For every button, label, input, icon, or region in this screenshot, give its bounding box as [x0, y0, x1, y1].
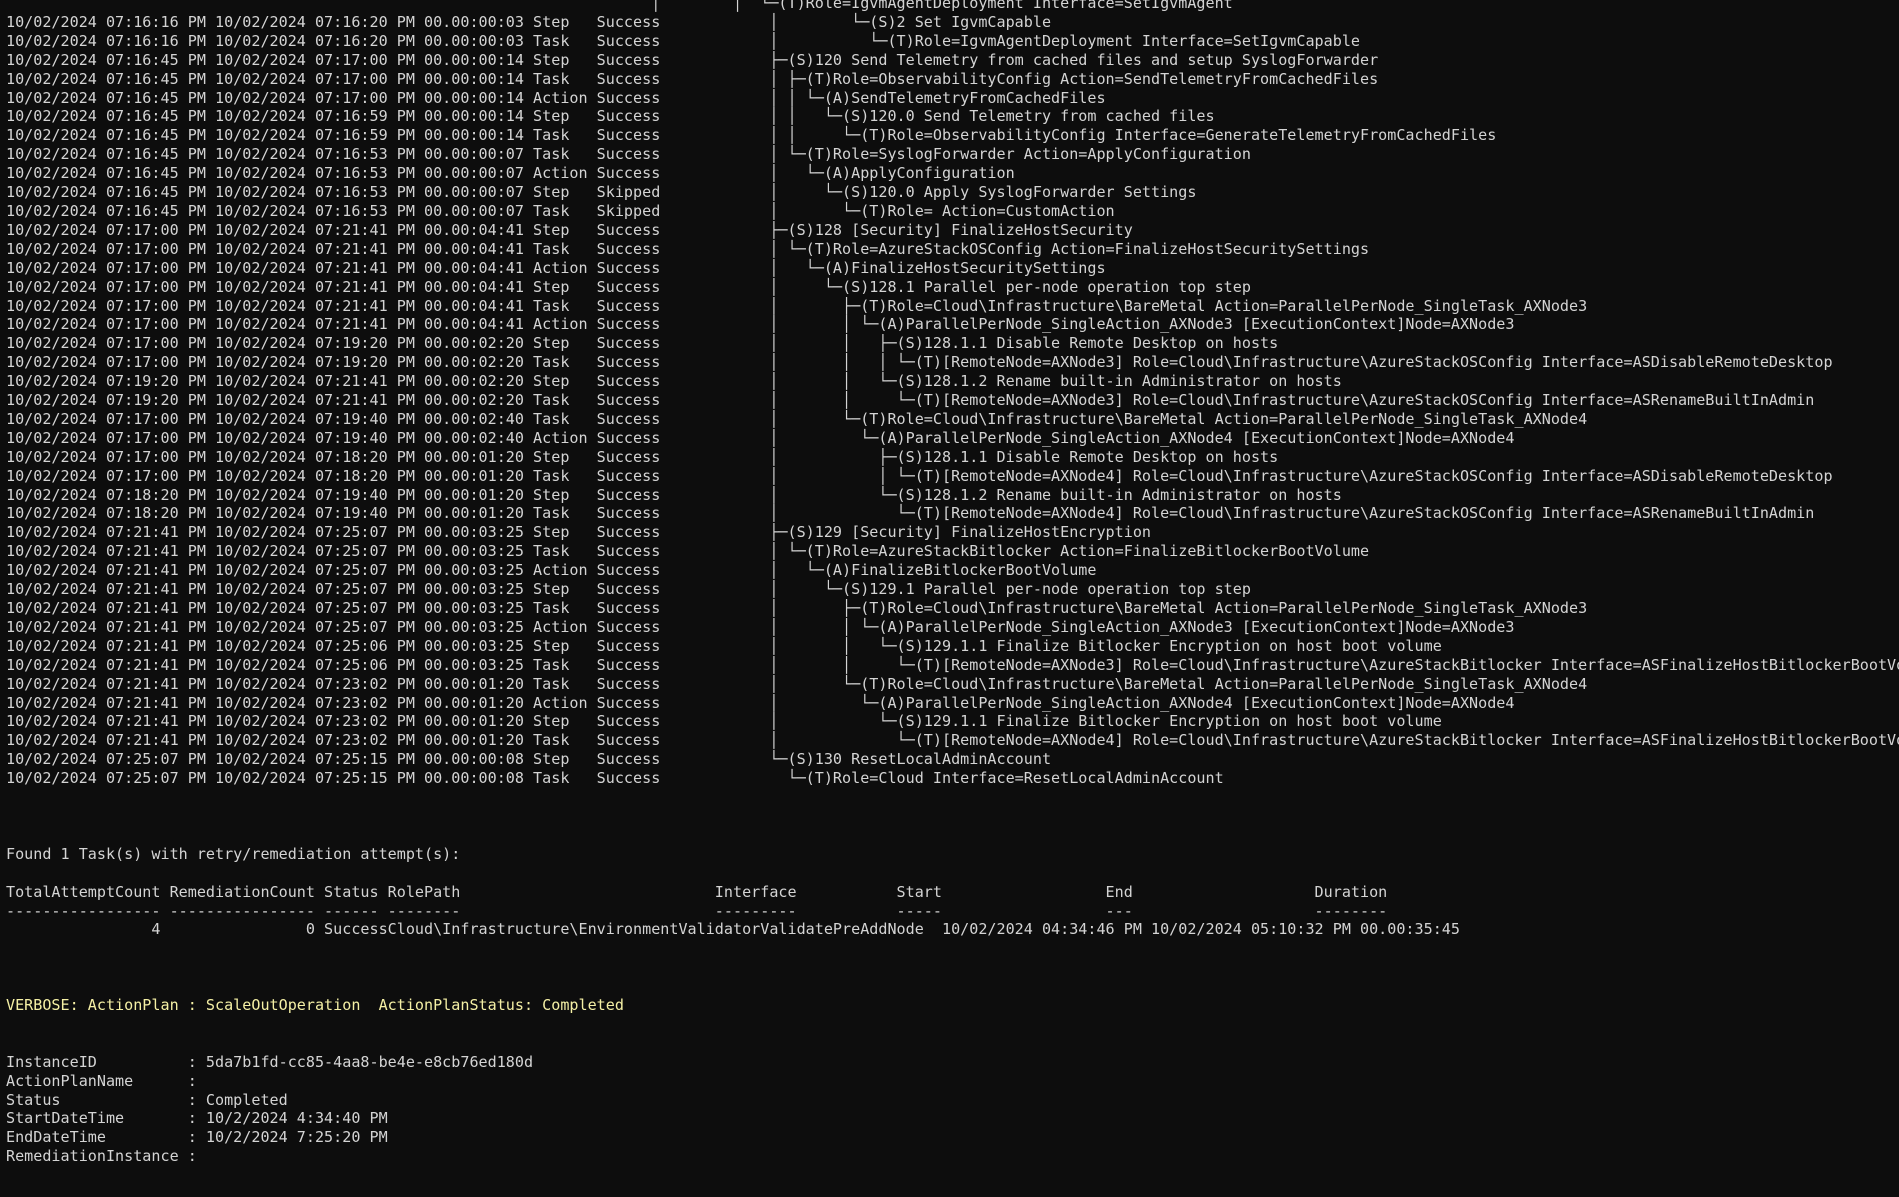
progress-row: 10/02/2024 07:21:41 PM 10/02/2024 07:25:… — [6, 580, 1251, 599]
summary-field: RemediationInstance : — [6, 1147, 197, 1166]
progress-row: 10/02/2024 07:17:00 PM 10/02/2024 07:21:… — [6, 277, 1251, 296]
progress-row: 10/02/2024 07:16:45 PM 10/02/2024 07:17:… — [6, 69, 1379, 88]
summary-field: ActionPlanName : — [6, 1071, 197, 1090]
retry-heading: Found 1 Task(s) with retry/remediation a… — [6, 844, 461, 863]
progress-row: 10/02/2024 07:17:00 PM 10/02/2024 07:19:… — [6, 334, 1279, 353]
progress-row: │ │ └─(T)Role=IgvmAgentDeployment Interf… — [6, 0, 1233, 12]
progress-row: 10/02/2024 07:21:41 PM 10/02/2024 07:25:… — [6, 542, 1370, 561]
retry-table-header: TotalAttemptCount RemediationCount Statu… — [6, 882, 1424, 901]
summary-field: Status : Completed — [6, 1090, 288, 1109]
progress-row: 10/02/2024 07:16:45 PM 10/02/2024 07:17:… — [6, 50, 1379, 69]
progress-row: 10/02/2024 07:16:45 PM 10/02/2024 07:16:… — [6, 183, 1197, 202]
progress-row: 10/02/2024 07:17:00 PM 10/02/2024 07:18:… — [6, 466, 1833, 485]
progress-row: 10/02/2024 07:19:20 PM 10/02/2024 07:21:… — [6, 372, 1342, 391]
progress-row: 10/02/2024 07:17:00 PM 10/02/2024 07:21:… — [6, 239, 1370, 258]
progress-row: 10/02/2024 07:16:16 PM 10/02/2024 07:16:… — [6, 12, 1052, 31]
progress-row: 10/02/2024 07:17:00 PM 10/02/2024 07:21:… — [6, 220, 1133, 239]
progress-row: 10/02/2024 07:21:41 PM 10/02/2024 07:23:… — [6, 674, 1588, 693]
progress-row: 10/02/2024 07:16:16 PM 10/02/2024 07:16:… — [6, 31, 1360, 50]
progress-row: 10/02/2024 07:21:41 PM 10/02/2024 07:25:… — [6, 617, 1515, 636]
progress-row: 10/02/2024 07:21:41 PM 10/02/2024 07:23:… — [6, 731, 1899, 750]
progress-row: 10/02/2024 07:17:00 PM 10/02/2024 07:19:… — [6, 409, 1588, 428]
retry-table-separator: ----------------- ---------------- -----… — [6, 901, 1424, 920]
progress-row: 10/02/2024 07:16:45 PM 10/02/2024 07:16:… — [6, 107, 1215, 126]
progress-row: 10/02/2024 07:16:45 PM 10/02/2024 07:16:… — [6, 145, 1251, 164]
progress-row: 10/02/2024 07:21:41 PM 10/02/2024 07:23:… — [6, 712, 1442, 731]
progress-row: 10/02/2024 07:21:41 PM 10/02/2024 07:25:… — [6, 636, 1442, 655]
progress-row: 10/02/2024 07:21:41 PM 10/02/2024 07:25:… — [6, 523, 1151, 542]
progress-row: 10/02/2024 07:17:00 PM 10/02/2024 07:19:… — [6, 353, 1833, 372]
progress-row: 10/02/2024 07:17:00 PM 10/02/2024 07:18:… — [6, 447, 1279, 466]
progress-row: 10/02/2024 07:17:00 PM 10/02/2024 07:21:… — [6, 315, 1515, 334]
progress-row: 10/02/2024 07:16:45 PM 10/02/2024 07:16:… — [6, 164, 1015, 183]
summary-field: EndDateTime : 10/2/2024 7:25:20 PM — [6, 1128, 388, 1147]
summary-field: StartDateTime : 10/2/2024 4:34:40 PM — [6, 1109, 388, 1128]
terminal-window[interactable]: │ │ └─(T)Role=IgvmAgentDeployment Interf… — [0, 0, 1899, 1197]
progress-row: 10/02/2024 07:16:45 PM 10/02/2024 07:17:… — [6, 88, 1106, 107]
console-output: │ │ └─(T)Role=IgvmAgentDeployment Interf… — [6, 0, 1899, 1166]
progress-row: 10/02/2024 07:18:20 PM 10/02/2024 07:19:… — [6, 485, 1342, 504]
progress-row: 10/02/2024 07:18:20 PM 10/02/2024 07:19:… — [6, 504, 1815, 523]
retry-table-row: 4 0 SuccessCloud\Infrastructure\Environm… — [6, 920, 1470, 939]
progress-row: 10/02/2024 07:21:41 PM 10/02/2024 07:25:… — [6, 561, 1097, 580]
progress-row: 10/02/2024 07:16:45 PM 10/02/2024 07:16:… — [6, 126, 1497, 145]
summary-field: InstanceID : 5da7b1fd-cc85-4aa8-be4e-e8c… — [6, 1052, 534, 1071]
progress-row: 10/02/2024 07:25:07 PM 10/02/2024 07:25:… — [6, 750, 1052, 769]
progress-row: 10/02/2024 07:16:45 PM 10/02/2024 07:16:… — [6, 201, 1115, 220]
progress-row: 10/02/2024 07:21:41 PM 10/02/2024 07:23:… — [6, 693, 1515, 712]
progress-row: 10/02/2024 07:25:07 PM 10/02/2024 07:25:… — [6, 769, 1224, 788]
progress-row: 10/02/2024 07:21:41 PM 10/02/2024 07:25:… — [6, 655, 1899, 674]
progress-row: 10/02/2024 07:17:00 PM 10/02/2024 07:21:… — [6, 296, 1588, 315]
verbose-line: VERBOSE: ActionPlan : ScaleOutOperation … — [6, 996, 624, 1015]
progress-row: 10/02/2024 07:17:00 PM 10/02/2024 07:21:… — [6, 258, 1106, 277]
progress-row: 10/02/2024 07:19:20 PM 10/02/2024 07:21:… — [6, 391, 1815, 410]
progress-row: 10/02/2024 07:21:41 PM 10/02/2024 07:25:… — [6, 599, 1588, 617]
progress-row: 10/02/2024 07:17:00 PM 10/02/2024 07:19:… — [6, 428, 1515, 447]
